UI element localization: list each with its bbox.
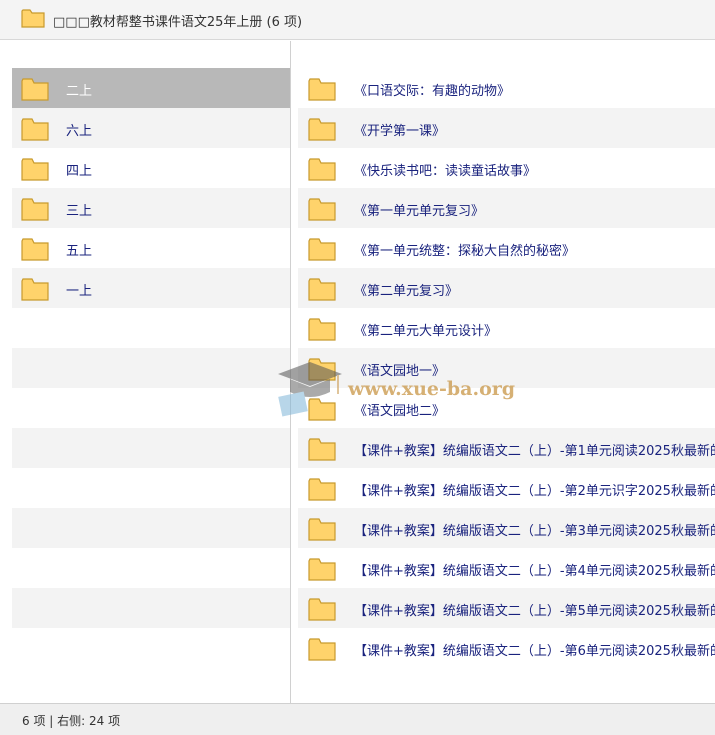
- left-empty-row: [12, 428, 290, 468]
- folder-name: 《第二单元复习》: [354, 284, 459, 299]
- folder-icon: [308, 357, 336, 385]
- folder-icon: [308, 277, 336, 305]
- folder-name: 【课件+教案】统编版语文二（上）-第5单元阅读2025秋最新的: [354, 604, 715, 619]
- right-folder-row[interactable]: 《第一单元单元复习》: [298, 188, 715, 228]
- right-folder-row[interactable]: 【课件+教案】统编版语文二（上）-第6单元阅读2025秋最新的: [298, 628, 715, 668]
- left-folder-list[interactable]: 二上六上四上三上五上一上: [12, 68, 290, 668]
- folder-name: 《开学第一课》: [354, 124, 446, 139]
- folder-name: 三上: [66, 204, 93, 219]
- left-folder-row[interactable]: 六上: [12, 108, 290, 148]
- folder-name: 《语文园地二》: [354, 404, 446, 419]
- folder-name: 【课件+教案】统编版语文二（上）-第4单元阅读2025秋最新的: [354, 564, 715, 579]
- right-folder-row[interactable]: 《开学第一课》: [298, 108, 715, 148]
- right-folder-row[interactable]: 《快乐读书吧：读读童话故事》: [298, 148, 715, 188]
- folder-name: 《语文园地一》: [354, 364, 446, 379]
- folder-name: 【课件+教案】统编版语文二（上）-第3单元阅读2025秋最新的: [354, 524, 715, 539]
- right-folder-row[interactable]: 《第二单元大单元设计》: [298, 308, 715, 348]
- left-empty-row: [12, 548, 290, 588]
- folder-name: 《第二单元大单元设计》: [354, 324, 498, 339]
- folder-icon: [308, 597, 336, 625]
- left-folder-row[interactable]: 四上: [12, 148, 290, 188]
- right-folder-row[interactable]: 《第一单元统整：探秘大自然的秘密》: [298, 228, 715, 268]
- folder-icon: [308, 437, 336, 465]
- folder-icon: [308, 637, 336, 665]
- right-folder-row[interactable]: 《语文园地二》: [298, 388, 715, 428]
- folder-name: 二上: [66, 84, 93, 99]
- folder-icon: [21, 157, 49, 185]
- right-folder-row[interactable]: 《语文园地一》: [298, 348, 715, 388]
- left-empty-row: [12, 508, 290, 548]
- right-folder-row[interactable]: 《口语交际：有趣的动物》: [298, 68, 715, 108]
- folder-icon: [21, 77, 49, 105]
- left-folder-row[interactable]: 五上: [12, 228, 290, 268]
- folder-icon: [308, 517, 336, 545]
- folder-name: 五上: [66, 244, 93, 259]
- status-text: 6 项 | 右侧: 24 项: [22, 714, 121, 728]
- left-empty-row: [12, 348, 290, 388]
- folder-icon: [21, 7, 45, 33]
- status-bar: 6 项 | 右侧: 24 项: [0, 703, 715, 735]
- folder-name: 【课件+教案】统编版语文二（上）-第2单元识字2025秋最新的: [354, 484, 715, 499]
- folder-icon: [308, 157, 336, 185]
- folder-icon: [308, 237, 336, 265]
- folder-icon: [21, 117, 49, 145]
- folder-name: 《第一单元单元复习》: [354, 204, 485, 219]
- right-folder-row[interactable]: 【课件+教案】统编版语文二（上）-第2单元识字2025秋最新的: [298, 468, 715, 508]
- folder-name: 【课件+教案】统编版语文二（上）-第1单元阅读2025秋最新的: [354, 444, 715, 459]
- right-folder-row[interactable]: 【课件+教案】统编版语文二（上）-第3单元阅读2025秋最新的: [298, 508, 715, 548]
- pane-divider[interactable]: [290, 41, 291, 703]
- left-empty-row: [12, 628, 290, 668]
- folder-icon: [21, 277, 49, 305]
- right-folder-row[interactable]: 【课件+教案】统编版语文二（上）-第5单元阅读2025秋最新的: [298, 588, 715, 628]
- folder-icon: [308, 77, 336, 105]
- right-folder-list[interactable]: 《口语交际：有趣的动物》 《开学第一课》《快乐读书吧：读读童话故事》 《第一单元单元…: [298, 68, 715, 668]
- folder-icon: [21, 197, 49, 225]
- left-folder-row[interactable]: 三上: [12, 188, 290, 228]
- folder-name: 《第一单元统整：探秘大自然的秘密》: [354, 244, 576, 259]
- left-empty-row: [12, 468, 290, 508]
- folder-icon: [308, 197, 336, 225]
- folder-icon: [308, 397, 336, 425]
- folder-name: 【课件+教案】统编版语文二（上）-第6单元阅读2025秋最新的: [354, 644, 715, 659]
- left-empty-row: [12, 388, 290, 428]
- left-empty-row: [12, 308, 290, 348]
- folder-icon: [308, 557, 336, 585]
- folder-name: 一上: [66, 284, 93, 299]
- folder-name: 《快乐读书吧：读读童话故事》: [354, 164, 537, 179]
- right-folder-row[interactable]: 《第二单元复习》: [298, 268, 715, 308]
- left-empty-row: [12, 588, 290, 628]
- folder-icon: [308, 117, 336, 145]
- folder-name: 四上: [66, 164, 93, 179]
- window-title: □□□教材帮整书课件语文25年上册 (6 项): [53, 15, 303, 30]
- left-folder-row[interactable]: 一上: [12, 268, 290, 308]
- right-folder-row[interactable]: 【课件+教案】统编版语文二（上）-第1单元阅读2025秋最新的: [298, 428, 715, 468]
- folder-name: 《口语交际：有趣的动物》: [354, 84, 511, 99]
- left-folder-row[interactable]: 二上: [12, 68, 290, 108]
- folder-icon: [308, 317, 336, 345]
- title-bar: □□□教材帮整书课件语文25年上册 (6 项): [0, 0, 715, 40]
- folder-icon: [21, 237, 49, 265]
- folder-icon: [308, 477, 336, 505]
- right-folder-row[interactable]: 【课件+教案】统编版语文二（上）-第4单元阅读2025秋最新的: [298, 548, 715, 588]
- folder-name: 六上: [66, 124, 93, 139]
